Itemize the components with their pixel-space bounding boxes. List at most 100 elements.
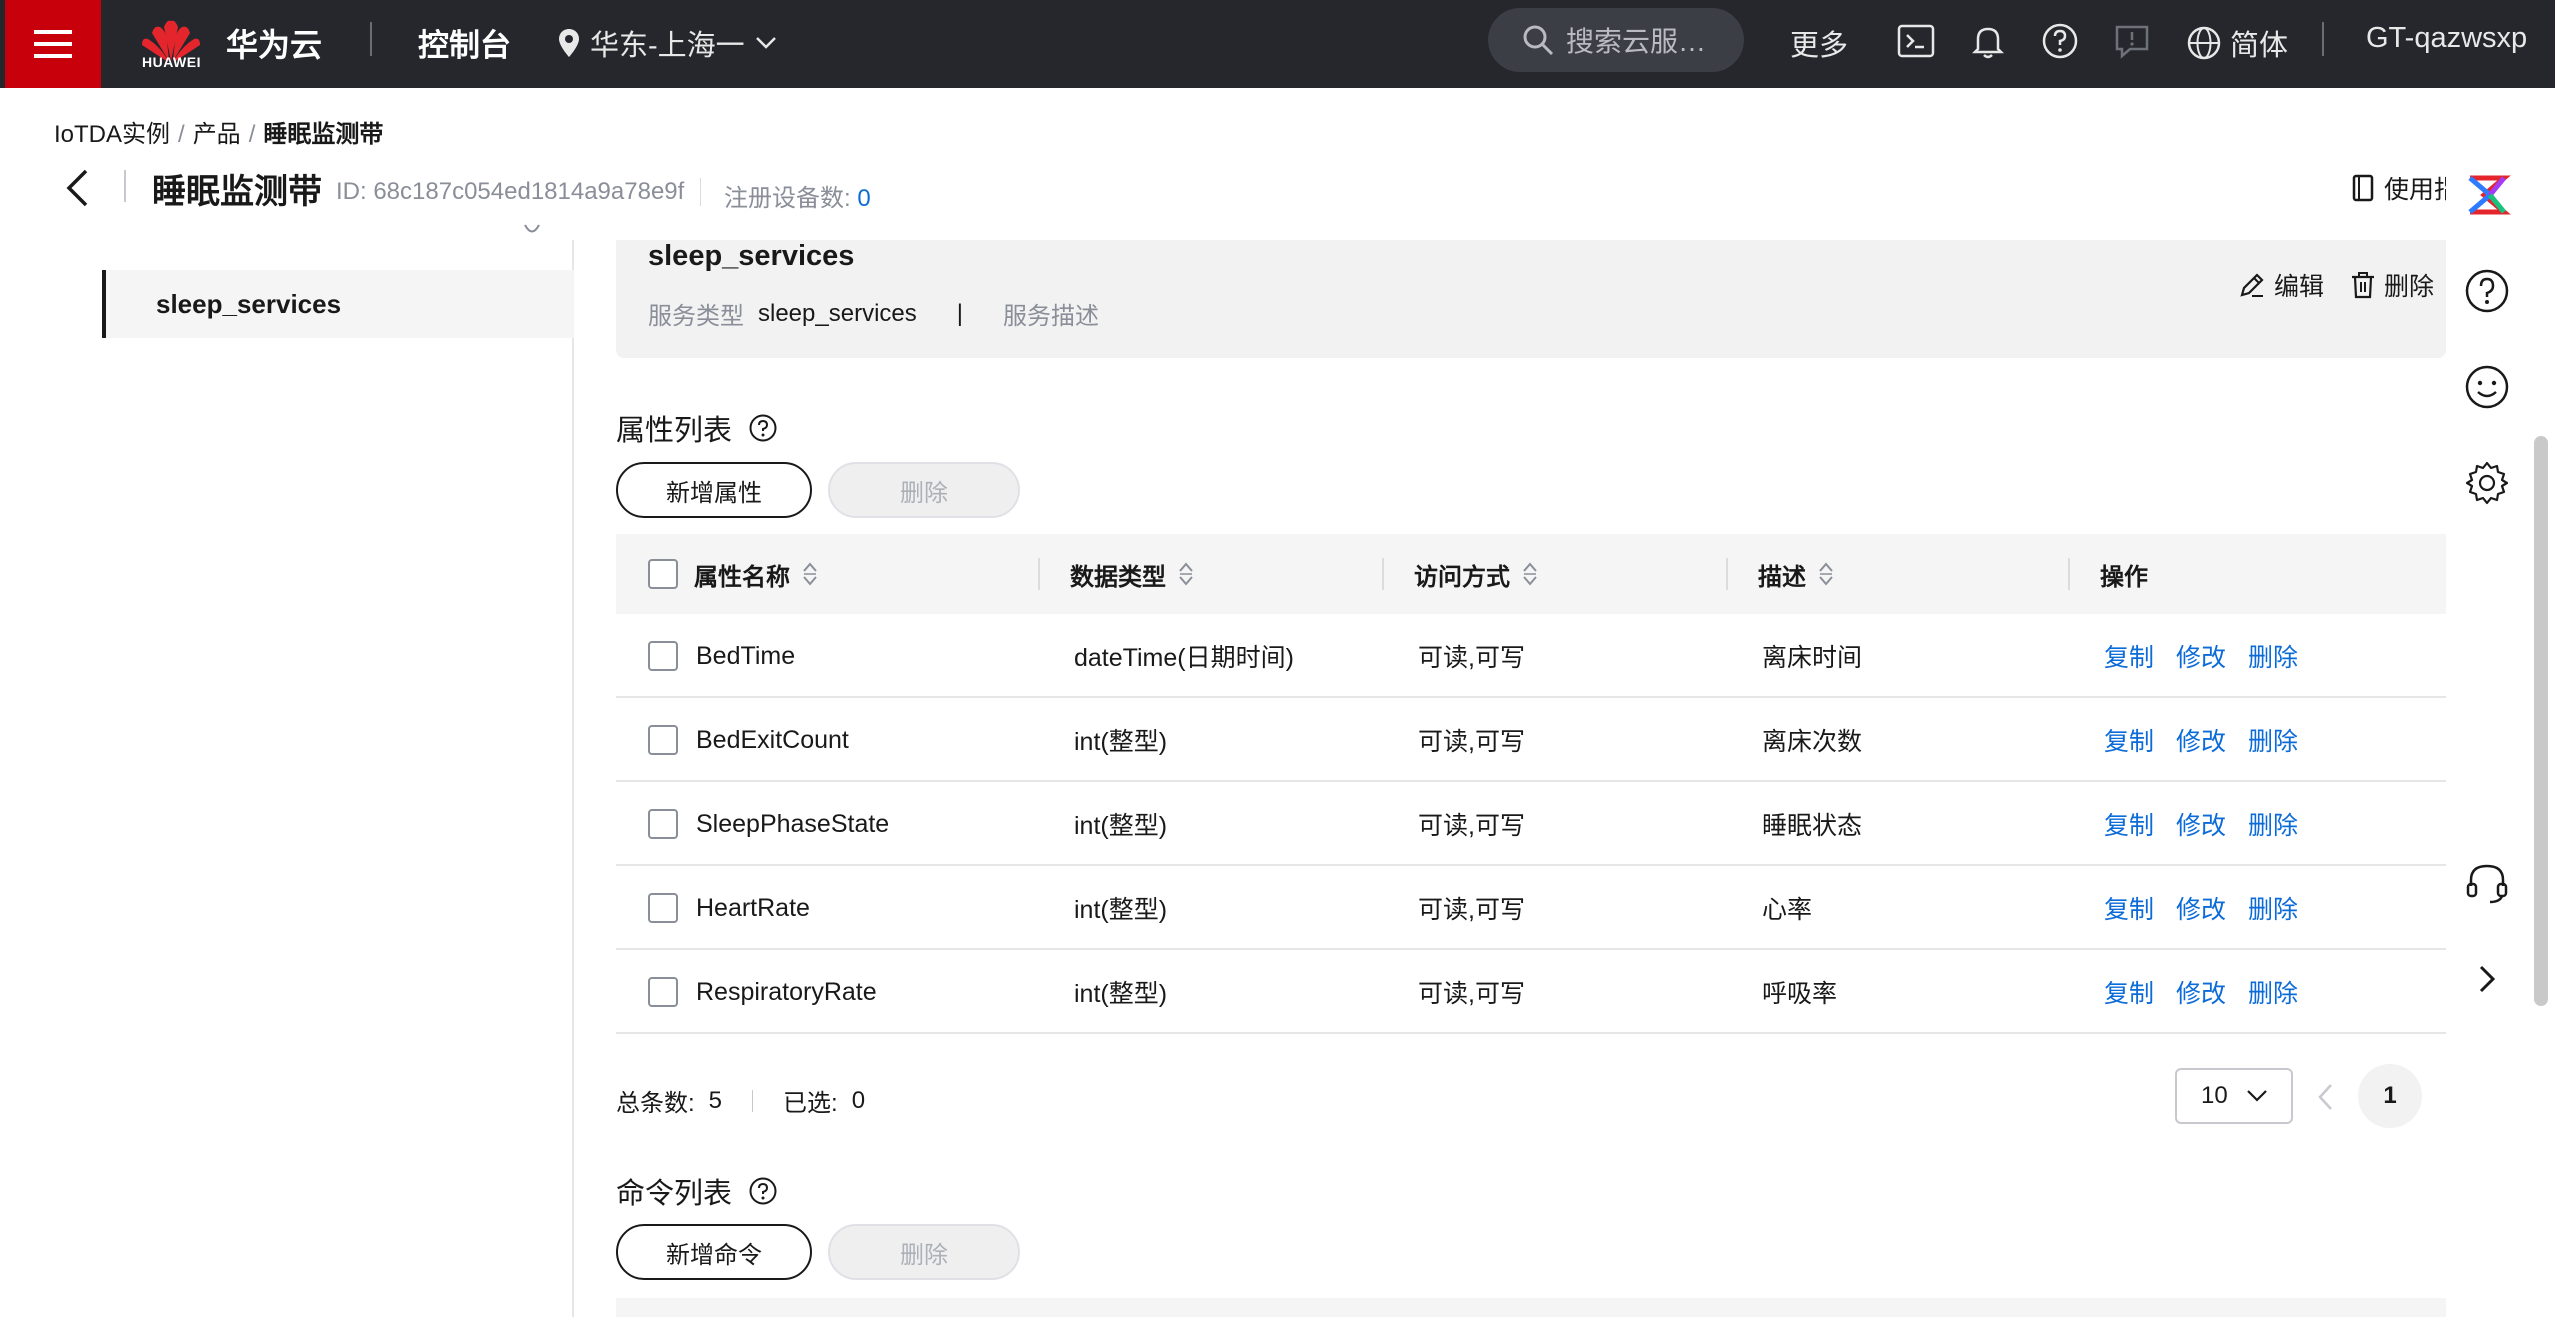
- sort-icon[interactable]: [1520, 560, 1540, 588]
- modify-link[interactable]: 修改: [2176, 974, 2226, 1010]
- delete-link[interactable]: 删除: [2248, 806, 2298, 842]
- row-checkbox[interactable]: [648, 725, 678, 755]
- property-list-title: 属性列表: [616, 407, 778, 449]
- help-icon[interactable]: [2040, 21, 2080, 61]
- previous-page-icon[interactable]: [2316, 1082, 2336, 1112]
- device-count-value[interactable]: 0: [857, 185, 870, 212]
- menu-button[interactable]: [5, 0, 101, 88]
- headset-icon[interactable]: [2462, 858, 2512, 908]
- column-header-desc[interactable]: 描述: [1758, 534, 1836, 614]
- delete-link[interactable]: 删除: [2248, 638, 2298, 674]
- modify-link[interactable]: 修改: [2176, 890, 2226, 926]
- copy-link[interactable]: 复制: [2104, 638, 2154, 674]
- table-row: HeartRate int(整型) 可读,可写 心率 复制 修改 删除: [616, 866, 2446, 950]
- bell-icon[interactable]: [1968, 21, 2008, 61]
- property-desc: 离床次数: [1762, 728, 1863, 756]
- divider: [370, 22, 372, 56]
- delete-service-button[interactable]: 删除: [2350, 267, 2434, 303]
- smiley-icon[interactable]: [2462, 362, 2512, 412]
- service-meta-row: 服务类型 sleep_services | 服务描述: [648, 296, 1099, 331]
- delete-command-button[interactable]: 删除: [828, 1224, 1020, 1280]
- sort-icon[interactable]: [1176, 560, 1196, 588]
- page-title: 睡眠监测带: [152, 173, 322, 211]
- select-all-checkbox-cell: [648, 534, 678, 614]
- property-type: int(整型): [1074, 896, 1168, 924]
- language-selector[interactable]: 简体: [2186, 22, 2288, 64]
- row-checkbox-cell: [648, 782, 678, 866]
- property-type: int(整型): [1074, 812, 1168, 840]
- product-id: ID: 68c187c054ed1814a9a78e9f: [336, 178, 685, 205]
- modify-link[interactable]: 修改: [2176, 638, 2226, 674]
- more-menu[interactable]: 更多: [1790, 22, 1848, 64]
- copy-link[interactable]: 复制: [2104, 722, 2154, 758]
- breadcrumb-iotda[interactable]: IoTDA实例: [54, 121, 170, 148]
- service-actions: 编辑 删除: [2238, 267, 2434, 303]
- select-all-checkbox[interactable]: [648, 559, 678, 589]
- help-icon[interactable]: [748, 1176, 778, 1206]
- usage-guide-link[interactable]: 使用指: [2352, 170, 2459, 206]
- region-selector[interactable]: 华东-上海一: [558, 22, 777, 64]
- page-number-current[interactable]: 1: [2358, 1064, 2422, 1128]
- modify-link[interactable]: 修改: [2176, 722, 2226, 758]
- row-checkbox-cell: [648, 614, 678, 698]
- refresh-icon[interactable]: [522, 222, 542, 242]
- help-icon[interactable]: [748, 413, 778, 443]
- service-list-panel: sleep_services: [54, 240, 574, 1317]
- service-name: sleep_services: [648, 240, 855, 272]
- copy-link[interactable]: 复制: [2104, 890, 2154, 926]
- delete-property-button[interactable]: 删除: [828, 462, 1020, 518]
- scrollbar-thumb[interactable]: [2534, 436, 2548, 1006]
- row-actions: 复制 修改 删除: [2104, 782, 2320, 866]
- search-input[interactable]: 搜索云服…: [1488, 8, 1744, 72]
- modify-link[interactable]: 修改: [2176, 806, 2226, 842]
- copy-link[interactable]: 复制: [2104, 806, 2154, 842]
- property-name: SleepPhaseState: [696, 809, 890, 838]
- service-item-sleep-services[interactable]: sleep_services: [102, 270, 574, 338]
- feedback-icon[interactable]: [2112, 21, 2152, 61]
- chevron-down-icon: [755, 37, 776, 49]
- back-arrow-icon[interactable]: [64, 168, 90, 208]
- edit-service-button[interactable]: 编辑: [2238, 267, 2324, 303]
- terminal-icon[interactable]: [1896, 21, 1936, 61]
- property-type: int(整型): [1074, 980, 1168, 1008]
- column-header-access[interactable]: 访问方式: [1414, 534, 1540, 614]
- property-desc: 离床时间: [1762, 644, 1863, 672]
- row-actions: 复制 修改 删除: [2104, 866, 2320, 950]
- table-summary: 总条数: 5 已选: 0: [616, 1083, 865, 1118]
- right-floating-toolbar: [2446, 88, 2530, 1317]
- row-checkbox[interactable]: [648, 809, 678, 839]
- copy-link[interactable]: 复制: [2104, 974, 2154, 1010]
- property-name: HeartRate: [696, 893, 810, 922]
- divider: [2322, 22, 2324, 56]
- table-row: SleepPhaseState int(整型) 可读,可写 睡眠状态 复制 修改…: [616, 782, 2446, 866]
- gear-icon[interactable]: [2462, 458, 2512, 508]
- property-name: BedExitCount: [696, 725, 849, 754]
- language-label: 简体: [2230, 30, 2289, 62]
- column-header-type[interactable]: 数据类型: [1070, 534, 1196, 614]
- service-desc-label: 服务描述: [1002, 303, 1099, 330]
- breadcrumb-products[interactable]: 产品: [193, 121, 241, 148]
- delete-link[interactable]: 删除: [2248, 890, 2298, 926]
- chevron-right-icon[interactable]: [2462, 954, 2512, 1004]
- top-navigation-bar: HUAWEI 华为云 控制台 华东-上海一 搜索云服… 更多 简体 GT-qaz…: [0, 0, 2555, 88]
- column-header-name[interactable]: 属性名称: [694, 534, 820, 614]
- summary-divider: [752, 1089, 754, 1112]
- delete-link[interactable]: 删除: [2248, 974, 2298, 1010]
- divider: [124, 170, 126, 202]
- row-checkbox[interactable]: [648, 893, 678, 923]
- account-name[interactable]: GT-qazwsxp: [2366, 22, 2527, 55]
- codearts-icon[interactable]: [2462, 170, 2512, 220]
- add-command-button[interactable]: 新增命令: [616, 1224, 812, 1280]
- console-link[interactable]: 控制台: [418, 20, 511, 65]
- sort-icon[interactable]: [1816, 560, 1836, 588]
- brand-name[interactable]: 华为云: [226, 20, 322, 66]
- delete-link[interactable]: 删除: [2248, 722, 2298, 758]
- page-size-select[interactable]: 10: [2175, 1068, 2293, 1124]
- device-count-label: 注册设备数:: [724, 185, 851, 212]
- sort-icon[interactable]: [800, 560, 820, 588]
- row-checkbox[interactable]: [648, 977, 678, 1007]
- help-icon[interactable]: [2462, 266, 2512, 316]
- property-access: 可读,可写: [1418, 980, 1525, 1008]
- row-checkbox[interactable]: [648, 641, 678, 671]
- add-property-button[interactable]: 新增属性: [616, 462, 812, 518]
